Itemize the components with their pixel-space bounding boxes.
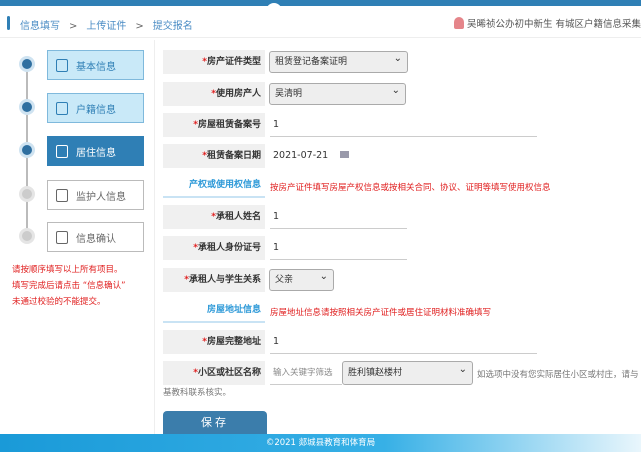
step-dot (19, 56, 35, 72)
crumb-fill-info[interactable]: 信息填写 (20, 21, 60, 32)
lease-no-input[interactable]: 1 (270, 113, 537, 137)
address-label: *房屋完整地址 (163, 330, 265, 354)
user-name: 吴晞祯公办初中新生 有城区户籍信息采集 (466, 19, 641, 30)
section-address-tip: 房屋地址信息请按照相关房产证件或居住证明材料准确填写 (270, 308, 492, 318)
section-property-rights: 产权或使用权信息 (163, 174, 265, 198)
address-input[interactable]: 1 (270, 330, 537, 354)
crumb-submit[interactable]: 提交报名 (153, 21, 193, 32)
tenant-name-input[interactable]: 1 (270, 205, 407, 229)
lease-date-label: *租赁备案日期 (163, 144, 265, 168)
community-label: *小区或社区名称 (163, 361, 265, 385)
step-label: 监护人信息 (76, 191, 126, 203)
person-icon (56, 101, 68, 115)
hourglass-icon (56, 230, 68, 244)
guardian-icon (56, 188, 68, 202)
sidebar-note: 未通过校验的不能提交。 (12, 297, 106, 307)
step-basic-info[interactable]: 基本信息 (47, 50, 144, 80)
step-label: 户籍信息 (76, 104, 116, 116)
lease-date-input[interactable]: 2021-07-21 (270, 144, 360, 168)
step-label: 信息确认 (76, 233, 116, 245)
relation-label: *承租人与学生关系 (163, 268, 265, 292)
calendar-icon[interactable] (340, 151, 350, 158)
step-dot (19, 99, 35, 115)
residence-icon (56, 144, 68, 158)
breadcrumb: 信息填写 > 上传证件 > 提交报名 吴晞祯公办初中新生 有城区户籍信息采集 (0, 6, 641, 38)
sidebar-note: 请按顺序填写以上所有项目。 (12, 265, 123, 275)
section-address: 房屋地址信息 (163, 299, 265, 323)
crumb-sep: > (135, 21, 144, 32)
cert-type-select[interactable]: 租赁登记备案证明 (269, 49, 408, 73)
tenant-id-label: *承租人身份证号 (163, 236, 265, 260)
form-icon (56, 58, 68, 72)
tenant-name-label: *承租人姓名 (163, 205, 265, 229)
sidebar-note: 填写完成后请点击 “信息确认” (12, 281, 126, 291)
crumb-sep: > (69, 21, 78, 32)
community-select[interactable]: 胜利镇赵楼村 (342, 359, 473, 385)
footer: ©2021 郯城县教育和体育局 (0, 434, 641, 452)
step-label: 居住信息 (76, 147, 116, 159)
avatar-icon (453, 17, 464, 29)
step-residence[interactable]: 居住信息 (47, 136, 144, 166)
step-confirm[interactable]: 信息确认 (47, 222, 144, 252)
property-user-select[interactable]: 吴清明 (269, 81, 406, 105)
step-sidebar: 基本信息 户籍信息 居住信息 监护人信息 信息确认 请按顺序填写以上所有项目。 … (0, 40, 155, 434)
step-household[interactable]: 户籍信息 (47, 93, 144, 123)
community-hint-cont: 基教科联系核实。 (163, 388, 232, 398)
breadcrumb-marker (7, 16, 10, 30)
user-info: 吴晞祯公办初中新生 有城区户籍信息采集 (453, 16, 641, 30)
step-guardian[interactable]: 监护人信息 (47, 180, 144, 210)
community-filter-input[interactable]: 输入关键字筛选 (270, 361, 342, 385)
step-dot (19, 228, 35, 244)
save-button[interactable]: 保存 (163, 411, 267, 435)
lease-no-label: *房屋租赁备案号 (163, 113, 265, 137)
tenant-id-input[interactable]: 1 (270, 236, 407, 260)
section-property-tip: 按房产证件填写房屋产权信息或按相关合同、协议、证明等填写使用权信息 (270, 183, 551, 193)
cert-type-label: *房产证件类型 (163, 50, 265, 74)
step-dot (19, 186, 35, 202)
community-hint: 如选项中没有您实际居住小区或村庄，请与 (477, 370, 639, 380)
step-label: 基本信息 (76, 61, 116, 73)
relation-select[interactable]: 父亲 (269, 267, 334, 291)
step-dot (19, 142, 35, 158)
property-user-label: *使用房产人 (163, 82, 265, 106)
crumb-upload[interactable]: 上传证件 (86, 21, 126, 32)
